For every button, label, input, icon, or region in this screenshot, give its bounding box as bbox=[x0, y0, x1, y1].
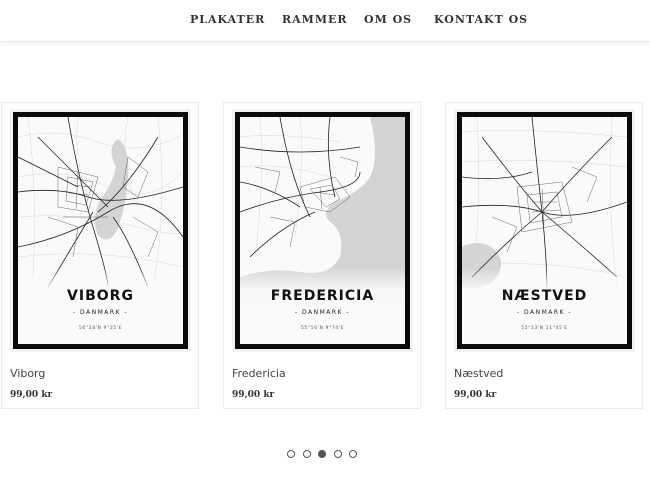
product-name[interactable]: Fredericia bbox=[232, 367, 286, 380]
product-price: 99,00 kr bbox=[454, 390, 497, 400]
poster-country: - DANMARK - bbox=[72, 309, 129, 316]
poster-city-name: FREDERICIA bbox=[270, 288, 375, 304]
product-card-viborg[interactable]: VIBORG - DANMARK - 56°28'N 9°25'E Viborg… bbox=[1, 102, 199, 409]
poster-country: - DANMARK - bbox=[294, 309, 351, 316]
nav-item-plakater[interactable]: PLAKATER bbox=[190, 13, 265, 26]
product-price: 99,00 kr bbox=[232, 390, 275, 400]
poster-city-name: VIBORG bbox=[67, 288, 134, 304]
product-name[interactable]: Næstved bbox=[454, 367, 503, 380]
poster-coordinates: 56°28'N 9°25'E bbox=[78, 326, 123, 331]
poster-coordinates: 55°56'N 9°74'E bbox=[300, 326, 345, 331]
product-card-fredericia[interactable]: FREDERICIA - DANMARK - 55°56'N 9°74'E Fr… bbox=[223, 102, 421, 409]
poster-coordinates: 55°13'N 11°45'E bbox=[521, 326, 568, 331]
carousel-dot[interactable] bbox=[349, 450, 357, 458]
product-price: 99,00 kr bbox=[10, 390, 53, 400]
map-poster: NÆSTVED - DANMARK - 55°13'N 11°45'E bbox=[457, 112, 632, 349]
product-name[interactable]: Viborg bbox=[10, 367, 45, 380]
map-poster: VIBORG - DANMARK - 56°28'N 9°25'E bbox=[13, 112, 188, 349]
carousel-dot[interactable] bbox=[318, 450, 326, 458]
carousel-dot[interactable] bbox=[287, 450, 295, 458]
carousel-dot[interactable] bbox=[302, 450, 311, 458]
nav-item-om-os[interactable]: OM OS bbox=[364, 13, 412, 26]
map-poster: FREDERICIA - DANMARK - 55°56'N 9°74'E bbox=[235, 112, 410, 349]
poster-country: - DANMARK - bbox=[516, 309, 573, 316]
carousel-dot[interactable] bbox=[333, 450, 342, 458]
nav-item-kontakt-os[interactable]: KONTAKT OS bbox=[434, 13, 528, 26]
product-image[interactable]: FREDERICIA - DANMARK - 55°56'N 9°74'E bbox=[232, 109, 413, 352]
nav-item-rammer[interactable]: RAMMER bbox=[282, 13, 348, 26]
product-image[interactable]: VIBORG - DANMARK - 56°28'N 9°25'E bbox=[10, 109, 191, 352]
product-card-naestved[interactable]: NÆSTVED - DANMARK - 55°13'N 11°45'E Næst… bbox=[445, 102, 643, 409]
poster-city-name: NÆSTVED bbox=[501, 288, 588, 304]
product-image[interactable]: NÆSTVED - DANMARK - 55°13'N 11°45'E bbox=[454, 109, 635, 352]
top-navigation: PLAKATER RAMMER OM OS KONTAKT OS bbox=[0, 0, 650, 42]
